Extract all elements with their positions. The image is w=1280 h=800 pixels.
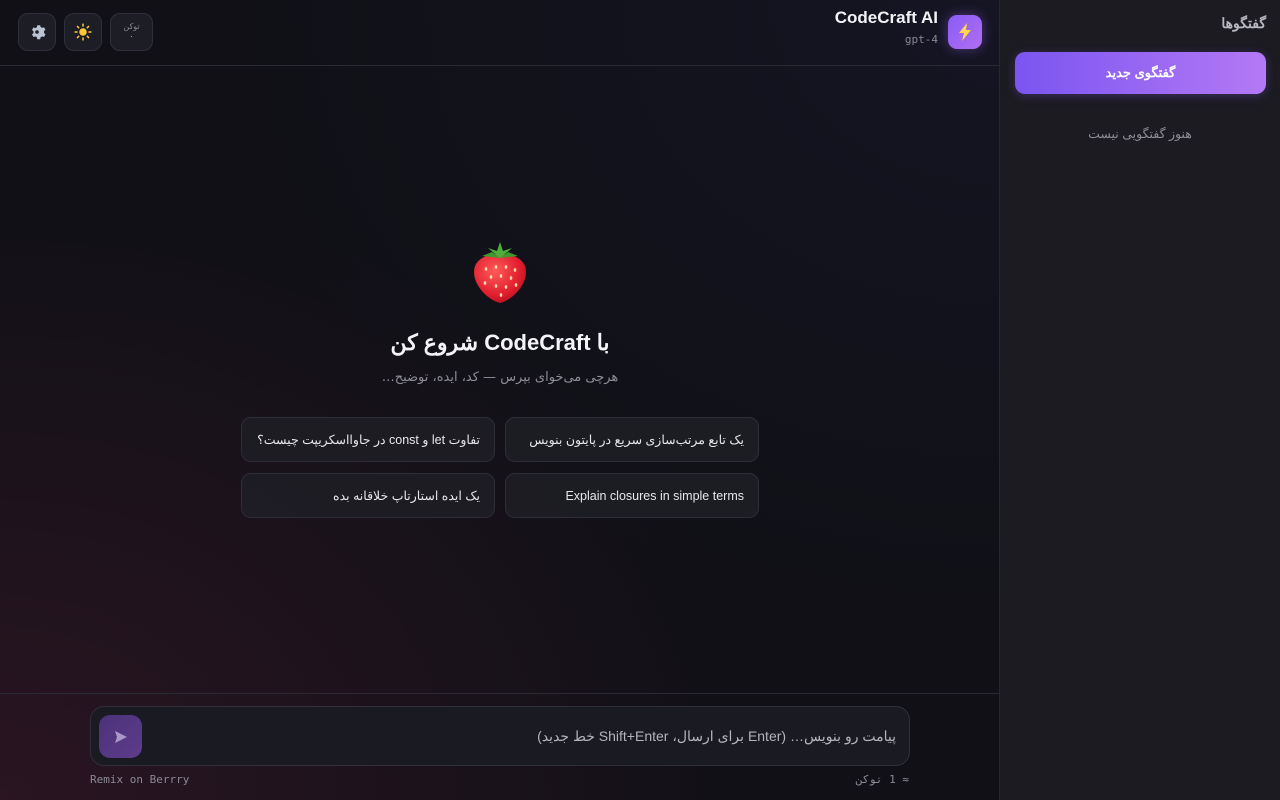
hero-emoji: [470, 242, 530, 304]
theme-toggle-button[interactable]: [64, 13, 102, 51]
send-button[interactable]: [99, 715, 142, 758]
send-icon: [114, 730, 127, 743]
empty-conversations-text: هنوز گفتگویی نیست: [1088, 127, 1192, 141]
token-label: توکن: [123, 21, 140, 31]
suggestion-card[interactable]: تفاوت let و const در جاوااسکریپت چیست؟: [241, 417, 495, 462]
token-value: ۰: [129, 31, 134, 42]
app: توکن ۰ CodeCraft AI gpt-4 با CodeCraft ش…: [0, 0, 1280, 800]
gear-icon: [31, 25, 46, 40]
token-counter: توکن ۰: [110, 13, 153, 51]
message-composer: [90, 706, 910, 766]
new-chat-button[interactable]: گفتگوی جدید: [1015, 52, 1266, 94]
suggestion-card[interactable]: یک تابع مرتب‌سازی سریع در پایتون بنویس: [505, 417, 759, 462]
settings-button[interactable]: [18, 13, 56, 51]
suggestion-card[interactable]: Explain closures in simple terms: [505, 473, 759, 518]
brand-logo: [948, 15, 982, 49]
hero-title: با CodeCraft شروع کن: [390, 330, 610, 355]
sidebar: گفتگوها گفتگوی جدید هنوز گفتگویی نیست: [1000, 0, 1280, 800]
message-input[interactable]: [151, 717, 896, 755]
brand-name: CodeCraft AI: [834, 8, 938, 27]
suggestion-card[interactable]: یک ایده استارتاپ خلاقانه بده: [241, 473, 495, 518]
header: توکن ۰ CodeCraft AI gpt-4: [0, 0, 1000, 66]
strawberry-icon: [474, 242, 526, 303]
composer-divider: [0, 693, 1000, 694]
hero-subtitle: هرچی می‌خوای بپرس — کد، ایده، توضیح…: [381, 370, 619, 385]
sun-icon: [74, 23, 92, 41]
model-name: gpt-4: [904, 33, 938, 46]
lightning-icon: [959, 23, 971, 41]
remix-credit[interactable]: Remix on Berrry: [90, 773, 189, 786]
token-estimate: ≈ 1 توکن: [856, 773, 909, 786]
sidebar-title: گفتگوها: [1221, 15, 1266, 31]
chat-main: توکن ۰ CodeCraft AI gpt-4 با CodeCraft ش…: [0, 0, 1000, 800]
